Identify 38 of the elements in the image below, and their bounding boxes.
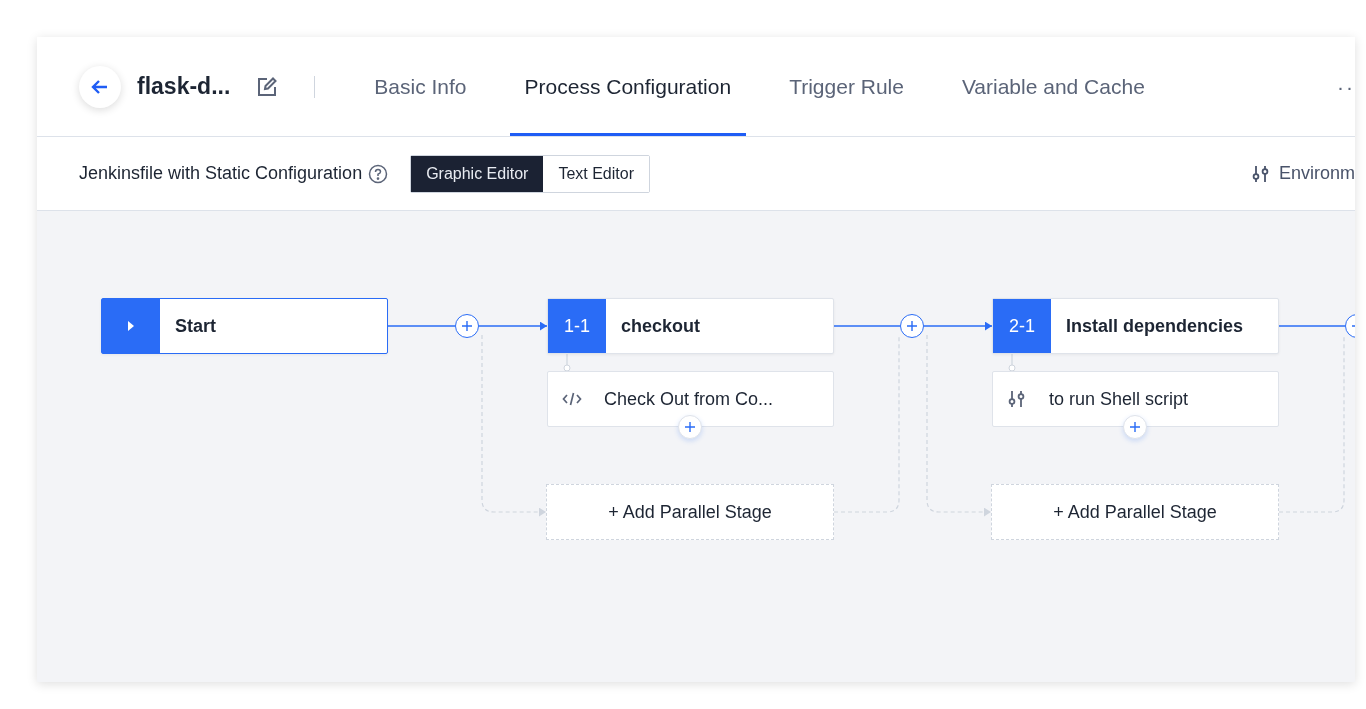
sliders-icon <box>1250 163 1271 184</box>
connector-arrow <box>923 321 993 331</box>
stage-node[interactable]: 1-1 checkout <box>547 298 834 354</box>
add-parallel-stage-button[interactable]: + Add Parallel Stage <box>991 484 1279 540</box>
editor-toggle[interactable]: Graphic Editor <box>411 155 544 192</box>
stage-name: checkout <box>620 314 701 338</box>
stage-number: 2-1 <box>993 299 1051 353</box>
step-item[interactable]: to run Shell script <box>992 371 1279 427</box>
stage-name: Install dependencies <box>1065 314 1244 338</box>
add-stage-button[interactable] <box>900 314 924 338</box>
step-item[interactable]: Check Out from Co... <box>547 371 834 427</box>
connector-line <box>563 353 571 372</box>
tab[interactable]: Trigger Rule <box>774 40 919 136</box>
tab[interactable]: Basic Info <box>359 40 482 136</box>
connector-line <box>1008 353 1016 372</box>
play-icon <box>127 320 135 332</box>
help-icon[interactable] <box>368 163 389 184</box>
add-parallel-stage-button[interactable]: + Add Parallel Stage <box>546 484 834 540</box>
start-node[interactable]: Start <box>101 298 388 354</box>
pipeline-title: flask-d... <box>137 73 231 100</box>
environment-button[interactable]: Environm <box>1250 163 1355 184</box>
connector-arrow <box>478 321 548 331</box>
edit-icon[interactable] <box>256 75 279 98</box>
tab[interactable]: Variable and Cache <box>946 40 1160 136</box>
connector-line <box>832 325 901 327</box>
sliders-icon <box>1007 389 1027 409</box>
add-step-button[interactable] <box>678 415 702 439</box>
connector-line <box>387 325 456 327</box>
stage-number: 1-1 <box>548 299 606 353</box>
more-tabs[interactable]: ·· <box>1337 74 1355 99</box>
pipeline-type-label: Jenkinsfile with Static Configuration <box>79 163 363 184</box>
add-stage-button[interactable] <box>455 314 479 338</box>
back-button[interactable] <box>79 65 121 108</box>
connector-line <box>1277 325 1346 327</box>
add-step-button[interactable] <box>1123 415 1147 439</box>
stage-node[interactable]: 2-1 Install dependencies <box>992 298 1279 354</box>
code-icon <box>562 391 582 407</box>
tab[interactable]: Process Configuration <box>509 40 747 136</box>
